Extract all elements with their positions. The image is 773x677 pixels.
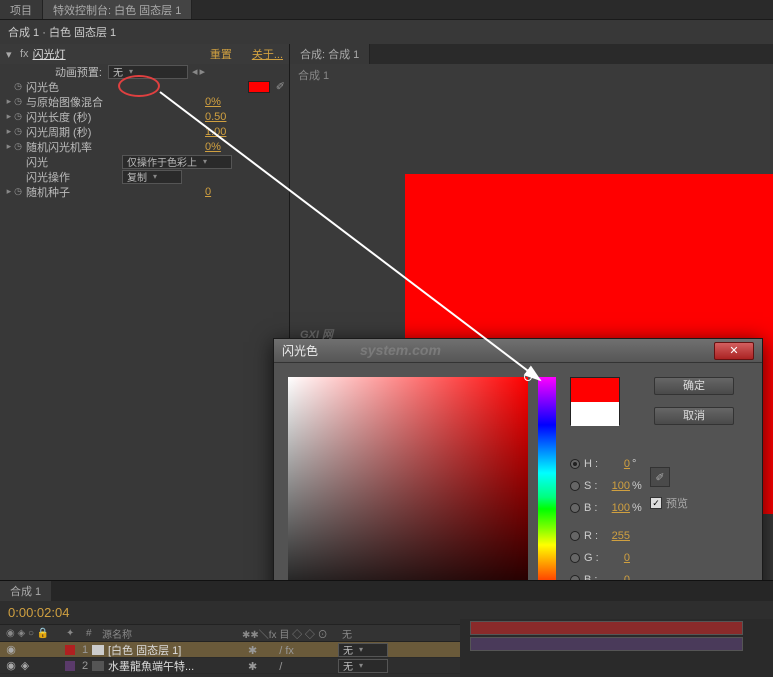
prop-dropdown[interactable]: 仅操作于色彩上: [122, 155, 232, 169]
radio-b[interactable]: [570, 503, 580, 513]
parent-dropdown[interactable]: 无: [338, 659, 388, 673]
prop-value[interactable]: 1.00: [205, 126, 285, 138]
label-color[interactable]: [65, 645, 75, 655]
label-color[interactable]: [65, 661, 75, 671]
layer-bar[interactable]: [470, 621, 743, 635]
h-value[interactable]: 0: [602, 458, 630, 470]
timecode[interactable]: 0:00:02:04: [0, 601, 77, 624]
solid-icon: [92, 645, 104, 655]
s-value[interactable]: 100: [602, 480, 630, 492]
prop-label: 与原始图像混合: [26, 94, 205, 110]
ok-button[interactable]: 确定: [654, 377, 734, 395]
preview-checkbox[interactable]: ✓: [650, 497, 662, 509]
stopwatch-icon[interactable]: ◷: [14, 111, 22, 122]
r-value[interactable]: 255: [602, 530, 630, 542]
next-preset-icon[interactable]: ▸: [200, 65, 206, 78]
cancel-button[interactable]: 取消: [654, 407, 734, 425]
eye-icon[interactable]: ◉: [4, 659, 18, 672]
preset-dropdown[interactable]: 无: [108, 65, 188, 79]
prop-value[interactable]: 0%: [205, 141, 285, 153]
timeline-panel: 合成 1 0:00:02:04 ◉ ◈ ○ 🔒 ✦ # 源名称 ✱✱＼fx 目 …: [0, 580, 773, 677]
dialog-title: 闪光色: [282, 342, 714, 359]
radio-h[interactable]: [570, 459, 580, 469]
tab-project[interactable]: 项目: [0, 0, 43, 19]
close-button[interactable]: ✕: [714, 342, 754, 360]
eyedropper-button[interactable]: ✐: [650, 467, 670, 487]
footage-icon: [92, 661, 104, 671]
tab-comp[interactable]: 合成: 合成 1: [290, 44, 370, 64]
color-swatch[interactable]: [248, 81, 270, 93]
twirl-icon[interactable]: ▸: [7, 111, 12, 122]
twirl-icon[interactable]: ▸: [7, 141, 12, 152]
stopwatch-icon[interactable]: ◷: [14, 141, 22, 152]
radio-g[interactable]: [570, 553, 580, 563]
layer-name[interactable]: [白色 固态层 1]: [108, 642, 248, 658]
sv-handle[interactable]: [524, 373, 532, 381]
prop-label: 闪光长度 (秒): [26, 109, 205, 125]
prop-value[interactable]: 0.50: [205, 111, 285, 123]
color-preview: [570, 377, 620, 425]
eye-icon[interactable]: ◉: [4, 643, 18, 656]
prev-preset-icon[interactable]: ◂: [192, 65, 198, 78]
prop-value[interactable]: 0: [205, 186, 285, 198]
stopwatch-icon[interactable]: ◷: [14, 96, 22, 107]
prop-label: 随机种子: [26, 184, 205, 200]
eyedropper-icon[interactable]: ✐: [276, 80, 285, 93]
audio-icon[interactable]: ◈: [18, 659, 32, 672]
effects-panel: ▾ fx 闪光灯 重置 关于... 动画预置: 无 ◂ ▸ ◷ 闪光色 ✐ ▸◷…: [0, 44, 290, 604]
twirl-icon[interactable]: ▸: [7, 96, 12, 107]
prop-value[interactable]: 0%: [205, 96, 285, 108]
prop-dropdown[interactable]: 复制: [122, 170, 182, 184]
prop-label: 闪光: [26, 154, 122, 170]
radio-s[interactable]: [570, 481, 580, 491]
tab-effects[interactable]: 特效控制台: 白色 固态层 1: [43, 0, 192, 19]
eye-col-icon: ◉ ◈ ○ 🔒: [0, 628, 60, 639]
twirl-icon[interactable]: ▸: [7, 126, 12, 137]
stopwatch-icon[interactable]: ◷: [14, 126, 22, 137]
twirl-icon[interactable]: ▾: [6, 48, 16, 61]
stopwatch-icon[interactable]: ◷: [14, 81, 22, 92]
layer-name[interactable]: 水墨龍魚端午特...: [108, 658, 248, 674]
col-source[interactable]: 源名称: [96, 626, 236, 641]
preview-label: 预览: [666, 495, 688, 511]
parent-dropdown[interactable]: 无: [338, 643, 388, 657]
b-value[interactable]: 100: [602, 502, 630, 514]
layer-bar[interactable]: [470, 637, 743, 651]
hsb-rgb-inputs: H :0° S :100% B :100% R :255 G :0 B :0: [570, 453, 642, 591]
prop-label: 闪光操作: [26, 169, 122, 185]
comp-name: 合成 1: [290, 64, 773, 86]
timeline-tab[interactable]: 合成 1: [0, 581, 51, 601]
about-link[interactable]: 关于...: [252, 46, 283, 62]
prop-label: 闪光色: [26, 79, 248, 95]
prop-label: 闪光周期 (秒): [26, 124, 205, 140]
twirl-icon[interactable]: ▸: [7, 186, 12, 197]
radio-r[interactable]: [570, 531, 580, 541]
timeline-tracks[interactable]: [460, 619, 773, 677]
preset-label: 动画预置:: [26, 64, 102, 80]
effect-name[interactable]: 闪光灯: [33, 46, 210, 62]
g-value[interactable]: 0: [602, 552, 630, 564]
stopwatch-icon[interactable]: ◷: [14, 186, 22, 197]
reset-link[interactable]: 重置: [210, 46, 232, 62]
panel-breadcrumb: 合成 1 · 白色 固态层 1: [0, 20, 773, 44]
prop-label: 随机闪光机率: [26, 139, 205, 155]
